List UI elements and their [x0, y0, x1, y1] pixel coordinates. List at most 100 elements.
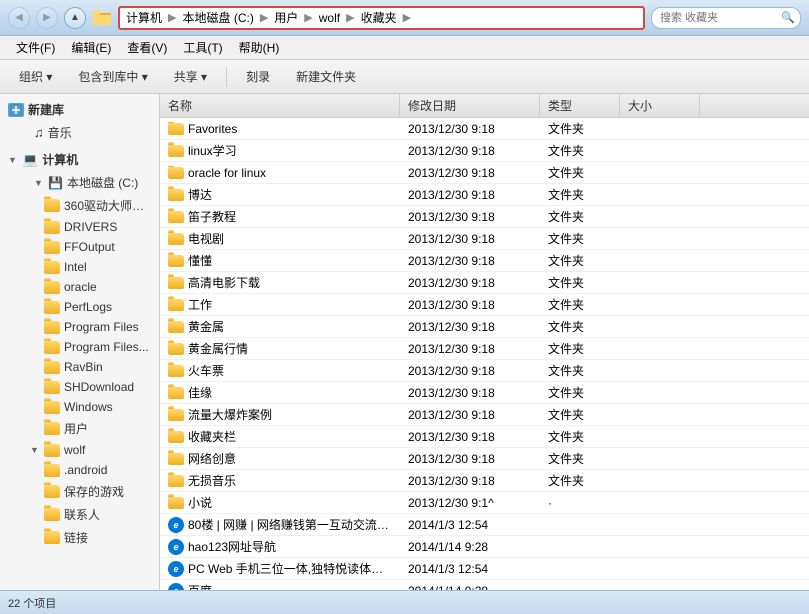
- file-name-cell: oracle for linux: [160, 166, 400, 180]
- sidebar-item[interactable]: 用户: [0, 417, 159, 440]
- sidebar-item[interactable]: RavBin: [0, 357, 159, 377]
- file-type: 文件夹: [548, 252, 584, 269]
- table-row[interactable]: 佳缘 2013/12/30 9:18 文件夹: [160, 382, 809, 404]
- ie-icon: e: [168, 517, 184, 533]
- sidebar-item[interactable]: Intel: [0, 257, 159, 277]
- table-row[interactable]: e PC Web 手机三位一体,独特悦读体验！-... 2014/1/3 12:…: [160, 558, 809, 580]
- table-row[interactable]: oracle for linux 2013/12/30 9:18 文件夹: [160, 162, 809, 184]
- file-date-cell: 2013/12/30 9:18: [400, 452, 540, 466]
- table-row[interactable]: 黄金属 2013/12/30 9:18 文件夹: [160, 316, 809, 338]
- menu-help[interactable]: 帮助(H): [231, 37, 288, 58]
- menu-file[interactable]: 文件(F): [8, 37, 63, 58]
- sidebar-item[interactable]: 360驱动大师目...: [0, 194, 159, 217]
- breadcrumb-computer[interactable]: 计算机: [126, 9, 162, 26]
- folder-name: FFOutput: [64, 240, 115, 254]
- table-row[interactable]: 网络创意 2013/12/30 9:18 文件夹: [160, 448, 809, 470]
- sidebar-item[interactable]: FFOutput: [0, 237, 159, 257]
- table-row[interactable]: 黄金属行情 2013/12/30 9:18 文件夹: [160, 338, 809, 360]
- table-row[interactable]: 电视剧 2013/12/30 9:18 文件夹: [160, 228, 809, 250]
- file-name-cell: 火车票: [160, 362, 400, 379]
- drive-c-label: 本地磁盘 (C:): [67, 174, 138, 191]
- address-bar[interactable]: 计算机 ▶ 本地磁盘 (C:) ▶ 用户 ▶ wolf ▶ 收藏夹 ▶: [118, 6, 645, 30]
- file-name: oracle for linux: [188, 166, 266, 180]
- col-header-date[interactable]: 修改日期: [400, 94, 540, 117]
- folder-icon: [168, 145, 184, 157]
- sidebar-wolf-child[interactable]: 保存的游戏: [0, 480, 159, 503]
- file-type: 文件夹: [548, 142, 584, 159]
- col-header-type[interactable]: 类型: [540, 94, 620, 117]
- sidebar-wolf-child[interactable]: .android: [0, 460, 159, 480]
- file-name: 博达: [188, 186, 212, 203]
- table-row[interactable]: 火车票 2013/12/30 9:18 文件夹: [160, 360, 809, 382]
- file-name-cell: 佳缘: [160, 384, 400, 401]
- sidebar-wolf-child[interactable]: 联系人: [0, 503, 159, 526]
- menu-view[interactable]: 查看(V): [119, 37, 175, 58]
- share-button[interactable]: 共享 ▾: [163, 64, 218, 90]
- file-date: 2013/12/30 9:18: [408, 188, 495, 202]
- sidebar-item[interactable]: oracle: [0, 277, 159, 297]
- file-type-cell: 文件夹: [540, 362, 620, 379]
- breadcrumb-users[interactable]: 用户: [274, 9, 298, 26]
- ie-icon: e: [168, 561, 184, 577]
- sidebar-item[interactable]: SHDownload: [0, 377, 159, 397]
- breadcrumb-favorites[interactable]: 收藏夹: [361, 9, 397, 26]
- sidebar-item[interactable]: PerfLogs: [0, 297, 159, 317]
- folder-icon: [168, 343, 184, 355]
- breadcrumb-wolf[interactable]: wolf: [319, 11, 340, 25]
- file-name: 黄金属行情: [188, 340, 248, 357]
- table-row[interactable]: 小说 2013/12/30 9:1^ ·: [160, 492, 809, 514]
- sidebar-item[interactable]: Program Files...: [0, 337, 159, 357]
- file-date: 2013/12/30 9:18: [408, 122, 495, 136]
- folder-icon: [168, 299, 184, 311]
- menu-edit[interactable]: 编辑(E): [63, 37, 119, 58]
- table-row[interactable]: linux学习 2013/12/30 9:18 文件夹: [160, 140, 809, 162]
- table-row[interactable]: 懂懂 2013/12/30 9:18 文件夹: [160, 250, 809, 272]
- table-row[interactable]: e 百度 2014/1/14 9:28: [160, 580, 809, 590]
- search-input[interactable]: [651, 7, 801, 29]
- sidebar-new-library[interactable]: 新建库: [0, 98, 159, 121]
- table-row[interactable]: Favorites 2013/12/30 9:18 文件夹: [160, 118, 809, 140]
- sidebar-wolf[interactable]: ▼ wolf: [0, 440, 159, 460]
- sidebar-music[interactable]: ♫ 音乐: [0, 121, 159, 144]
- col-header-size[interactable]: 大小: [620, 94, 700, 117]
- search-icon: 🔍: [781, 11, 795, 24]
- table-row[interactable]: 流量大爆炸案例 2013/12/30 9:18 文件夹: [160, 404, 809, 426]
- folder-name: 用户: [64, 420, 88, 437]
- burn-button[interactable]: 刻录: [235, 64, 281, 90]
- file-name: PC Web 手机三位一体,独特悦读体验！-...: [188, 560, 392, 577]
- back-button[interactable]: ◀: [8, 7, 30, 29]
- sidebar-item[interactable]: Windows: [0, 397, 159, 417]
- file-date-cell: 2013/12/30 9:18: [400, 232, 540, 246]
- sidebar-item[interactable]: Program Files: [0, 317, 159, 337]
- breadcrumb-drive[interactable]: 本地磁盘 (C:): [182, 9, 253, 26]
- forward-button[interactable]: ▶: [36, 7, 58, 29]
- table-row[interactable]: 无损音乐 2013/12/30 9:18 文件夹: [160, 470, 809, 492]
- folder-name: Program Files...: [64, 340, 149, 354]
- sidebar-item[interactable]: DRIVERS: [0, 217, 159, 237]
- include-button[interactable]: 包含到库中 ▾: [67, 64, 158, 90]
- sidebar-wolf-child[interactable]: 链接: [0, 526, 159, 549]
- up-button[interactable]: ▲: [64, 7, 86, 29]
- table-row[interactable]: 笛子教程 2013/12/30 9:18 文件夹: [160, 206, 809, 228]
- folder-icon: [44, 281, 60, 294]
- menu-tools[interactable]: 工具(T): [175, 37, 230, 58]
- file-rows: Favorites 2013/12/30 9:18 文件夹 linux学习 20…: [160, 118, 809, 590]
- table-row[interactable]: e 80楼 | 网赚 | 网络赚钱第一互动交流论坛... 2014/1/3 12…: [160, 514, 809, 536]
- drive-icon: 💾: [48, 176, 63, 190]
- new-folder-button[interactable]: 新建文件夹: [285, 64, 367, 90]
- col-header-name[interactable]: 名称: [160, 94, 400, 117]
- table-row[interactable]: e hao123网址导航 2014/1/14 9:28: [160, 536, 809, 558]
- table-row[interactable]: 博达 2013/12/30 9:18 文件夹: [160, 184, 809, 206]
- table-row[interactable]: 工作 2013/12/30 9:18 文件夹: [160, 294, 809, 316]
- sidebar-computer[interactable]: ▼ 💻 计算机: [0, 148, 159, 171]
- table-row[interactable]: 高清电影下载 2013/12/30 9:18 文件夹: [160, 272, 809, 294]
- folder-name: 360驱动大师目...: [64, 197, 151, 214]
- organize-button[interactable]: 组织 ▾: [8, 64, 63, 90]
- table-row[interactable]: 收藏夹栏 2013/12/30 9:18 文件夹: [160, 426, 809, 448]
- file-name-cell: 小说: [160, 494, 400, 511]
- folder-name: RavBin: [64, 360, 103, 374]
- sidebar-drive-c[interactable]: ▼ 💾 本地磁盘 (C:): [0, 171, 159, 194]
- file-type: ·: [548, 496, 552, 510]
- folder-icon: [168, 167, 184, 179]
- expand-drive-c: ▼: [34, 178, 44, 188]
